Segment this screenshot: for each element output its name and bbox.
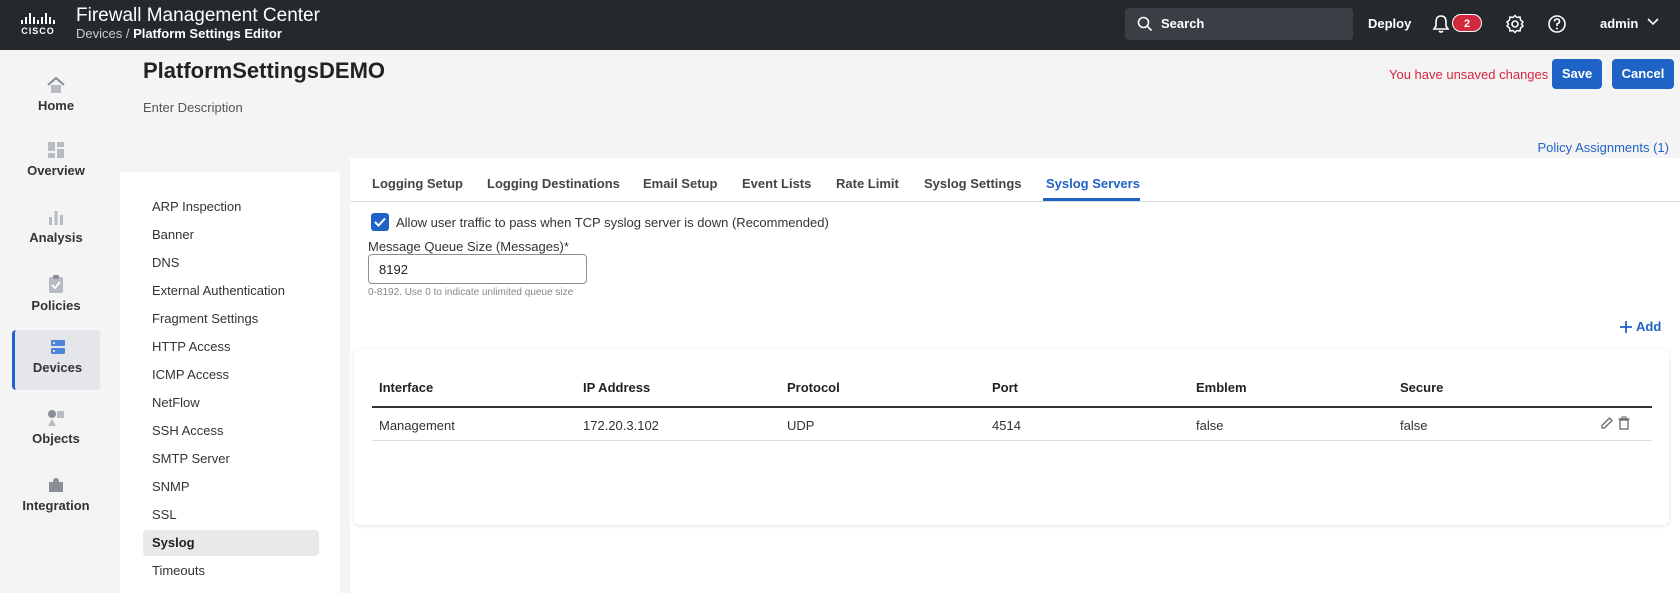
plus-icon (1620, 321, 1632, 333)
nav-item-label: Overview (27, 163, 85, 178)
settings-item-ssl[interactable]: SSL (143, 502, 319, 528)
cisco-logo-bars-icon (14, 12, 62, 24)
clipboard-icon (49, 275, 63, 293)
deploy-button[interactable]: Deploy (1368, 16, 1411, 31)
allow-traffic-checkbox[interactable] (371, 213, 389, 231)
page-description[interactable]: Enter Description (143, 100, 243, 115)
search-label: Search (1161, 16, 1205, 31)
objects-icon (48, 410, 64, 426)
settings-item-dns[interactable]: DNS (143, 250, 319, 276)
breadcrumb-parent[interactable]: Devices / (76, 26, 129, 41)
home-icon (47, 76, 65, 93)
add-label: Add (1636, 319, 1662, 334)
queue-size-label: Message Queue Size (Messages)* (368, 239, 569, 254)
puzzle-icon (49, 478, 63, 492)
tab-rate-limit[interactable]: Rate Limit (836, 176, 899, 191)
logo-text: CISCO (21, 26, 55, 36)
settings-item-icmp-access[interactable]: ICMP Access (143, 362, 319, 388)
unsaved-changes-text: You have unsaved changes (1389, 67, 1549, 82)
table-cell-secure: false (1400, 418, 1428, 433)
bell-icon[interactable] (1432, 14, 1450, 34)
queue-size-help: 0-8192. Use 0 to indicate unlimited queu… (368, 287, 574, 298)
column-header-port[interactable]: Port (992, 380, 1018, 395)
help-icon[interactable] (1547, 14, 1567, 34)
settings-item-ssh-access[interactable]: SSH Access (143, 418, 319, 444)
page-title[interactable]: PlatformSettingsDEMO (143, 58, 385, 84)
search-icon (1137, 16, 1153, 32)
nav-item-label: Home (37, 98, 75, 113)
breadcrumb-current: Platform Settings Editor (133, 26, 282, 41)
tab-syslog-settings[interactable]: Syslog Settings (924, 176, 1022, 191)
nav-item-overview[interactable]: Overview (12, 133, 100, 193)
column-header-interface[interactable]: Interface (379, 380, 433, 395)
settings-item-snmp[interactable]: SNMP (143, 474, 319, 500)
cisco-logo[interactable]: CISCO (14, 12, 62, 38)
settings-item-netflow[interactable]: NetFlow (143, 390, 319, 416)
tab-bar: Logging Setup Logging Destinations Email… (350, 158, 1680, 202)
settings-item-syslog[interactable]: Syslog (143, 530, 319, 556)
settings-item-arp-inspection[interactable]: ARP Inspection (143, 194, 319, 220)
settings-item-smtp-server[interactable]: SMTP Server (143, 446, 319, 472)
chevron-down-icon[interactable] (1647, 18, 1659, 26)
table-cell-ip-address: 172.20.3.102 (583, 418, 659, 433)
column-header-ip-address[interactable]: IP Address (583, 380, 650, 395)
app-title: Firewall Management Center (76, 5, 320, 26)
tab-syslog-servers[interactable]: Syslog Servers (1046, 176, 1140, 191)
settings-item-http-access[interactable]: HTTP Access (143, 334, 319, 360)
nav-item-label: Policies (31, 298, 81, 313)
dashboard-icon (48, 142, 64, 158)
table-cell-port: 4514 (992, 418, 1021, 433)
delete-icon[interactable] (1617, 416, 1631, 430)
queue-size-input[interactable]: 8192 (368, 254, 587, 284)
edit-icon[interactable] (1600, 416, 1614, 430)
active-tab-indicator (1043, 198, 1140, 201)
top-bar: CISCO Firewall Management Center Devices… (0, 0, 1680, 50)
gear-icon[interactable] (1505, 14, 1525, 34)
search-input[interactable]: Search (1125, 8, 1353, 40)
checkmark-icon (374, 217, 386, 227)
policy-assignments-link[interactable]: Policy Assignments (1) (1538, 140, 1670, 155)
server-icon (50, 340, 65, 354)
table-cell-emblem: false (1196, 418, 1224, 433)
column-header-secure[interactable]: Secure (1400, 380, 1443, 395)
save-button[interactable]: Save (1552, 59, 1602, 89)
table-header-divider (372, 406, 1652, 408)
user-menu[interactable]: admin (1600, 16, 1638, 31)
nav-item-policies[interactable]: Policies (12, 266, 100, 326)
nav-item-integration[interactable]: Integration (12, 468, 100, 528)
tab-logging-destinations[interactable]: Logging Destinations (487, 176, 620, 191)
table-cell-protocol: UDP (787, 418, 815, 433)
nav-item-label: Analysis (29, 230, 83, 245)
tab-email-setup[interactable]: Email Setup (643, 176, 717, 191)
allow-traffic-label[interactable]: Allow user traffic to pass when TCP sysl… (396, 215, 829, 230)
nav-item-label: Objects (32, 431, 80, 446)
settings-item-timeouts[interactable]: Timeouts (143, 558, 319, 584)
nav-item-home[interactable]: Home (12, 68, 100, 128)
breadcrumb: Devices / Platform Settings Editor (76, 26, 282, 41)
table-row-divider (372, 440, 1652, 441)
nav-item-label: Devices (32, 360, 83, 375)
notification-badge[interactable]: 2 (1452, 14, 1482, 32)
settings-item-external-authentication[interactable]: External Authentication (143, 278, 319, 304)
settings-item-banner[interactable]: Banner (143, 222, 319, 248)
table-cell-interface: Management (379, 418, 455, 433)
column-header-emblem[interactable]: Emblem (1196, 380, 1247, 395)
tab-logging-setup[interactable]: Logging Setup (372, 176, 463, 191)
nav-item-analysis[interactable]: Analysis (12, 200, 100, 260)
nav-item-objects[interactable]: Objects (12, 401, 100, 461)
syslog-servers-table (354, 349, 1669, 525)
settings-item-fragment-settings[interactable]: Fragment Settings (143, 306, 319, 332)
cancel-button[interactable]: Cancel (1612, 59, 1674, 89)
tab-event-lists[interactable]: Event Lists (742, 176, 811, 191)
nav-item-devices[interactable]: Devices (12, 330, 100, 390)
nav-item-label: Integration (22, 498, 90, 513)
add-button[interactable]: Add (1620, 319, 1661, 334)
column-header-protocol[interactable]: Protocol (787, 380, 840, 395)
bar-chart-icon (49, 211, 63, 225)
